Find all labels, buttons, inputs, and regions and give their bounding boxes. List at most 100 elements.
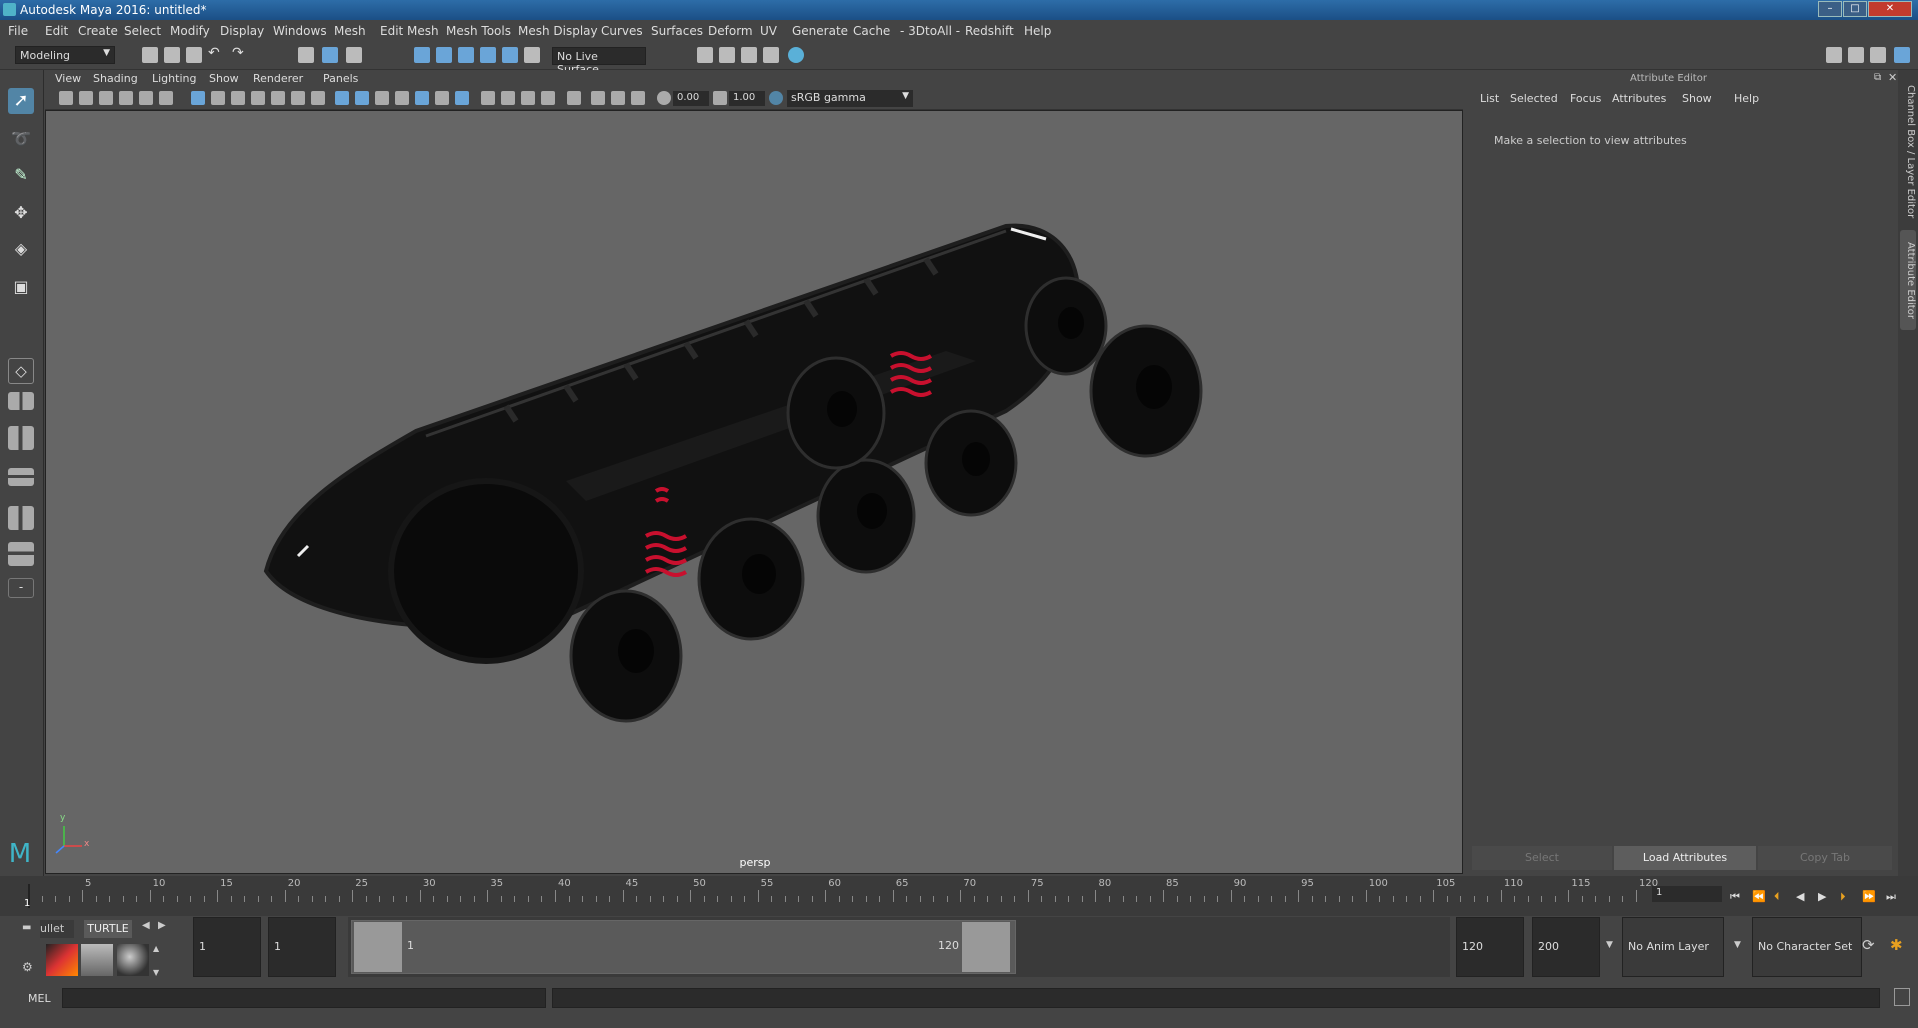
turtle-bake-shelf-icon[interactable] — [81, 944, 113, 976]
menu-mesh-display[interactable]: Mesh Display — [518, 24, 598, 38]
grease-pencil-icon[interactable] — [159, 91, 173, 105]
render-view-icon[interactable] — [697, 47, 713, 63]
chevron-down-icon[interactable]: ▼ — [1606, 940, 1613, 950]
isolate-select-icon[interactable] — [567, 91, 581, 105]
shadows-icon[interactable] — [455, 91, 469, 105]
xray-components-icon[interactable] — [631, 91, 645, 105]
lasso-tool-icon[interactable]: ➰ — [8, 126, 34, 152]
play-backward-icon[interactable]: ◀ — [1796, 890, 1810, 904]
menu-modify[interactable]: Modify — [170, 24, 210, 38]
current-frame-field[interactable]: 1 — [1652, 886, 1722, 902]
step-forward-frame-icon[interactable]: ⏵ — [1840, 890, 1854, 904]
wireframe-on-shaded-icon[interactable] — [395, 91, 409, 105]
menu-curves[interactable]: Curves — [601, 24, 643, 38]
character-set-dropdown[interactable]: No Character Set — [1752, 917, 1862, 977]
film-gate-icon[interactable] — [211, 91, 225, 105]
new-scene-icon[interactable] — [142, 47, 158, 63]
persp-uv-editor-icon[interactable] — [8, 542, 34, 566]
scale-tool-icon[interactable]: ▣ — [8, 274, 34, 300]
xray-icon[interactable] — [591, 91, 605, 105]
minimize-button[interactable]: – — [1818, 1, 1842, 17]
menu-create[interactable]: Create — [78, 24, 118, 38]
menu-edit-mesh[interactable]: Edit Mesh — [380, 24, 439, 38]
go-to-start-icon[interactable]: ⏮ — [1730, 890, 1744, 904]
hypershade-icon[interactable] — [788, 47, 804, 63]
attr-menu-help[interactable]: Help — [1734, 92, 1759, 105]
end-time-field[interactable]: 200 — [1532, 917, 1600, 977]
shelf-scroll-down-icon[interactable]: ▼ — [153, 968, 159, 977]
bookmark-icon[interactable] — [99, 91, 113, 105]
persp-graph-icon[interactable] — [8, 468, 34, 486]
range-handle-start[interactable] — [354, 922, 402, 972]
anti-aliasing-icon[interactable] — [521, 91, 535, 105]
menu-mesh-tools[interactable]: Mesh Tools — [446, 24, 511, 38]
fluid-effect-shelf-icon[interactable] — [46, 944, 78, 976]
snap-curve-icon[interactable] — [436, 47, 452, 63]
safe-action-icon[interactable] — [291, 91, 305, 105]
shelf-settings-icon[interactable]: ⚙ — [22, 960, 33, 974]
smooth-shade-icon[interactable] — [355, 91, 369, 105]
play-forward-icon[interactable]: ▶ — [1818, 890, 1832, 904]
turtle-sphere-shelf-icon[interactable] — [117, 944, 149, 976]
select-button[interactable]: Select — [1472, 846, 1612, 870]
menu-3dtoall[interactable]: - 3DtoAll - — [900, 24, 960, 38]
use-all-lights-icon[interactable] — [435, 91, 449, 105]
paint-select-icon[interactable]: ✎ — [8, 162, 34, 188]
range-handle-end[interactable] — [962, 922, 1010, 972]
grid-icon[interactable] — [191, 91, 205, 105]
script-editor-icon[interactable] — [1894, 988, 1910, 1006]
menu-uv[interactable]: UV — [760, 24, 777, 38]
toggle-modeling-toolkit-icon[interactable] — [1826, 47, 1842, 63]
move-tool-icon[interactable]: ✥ — [8, 200, 34, 226]
shelf-menu-icon[interactable]: ▬ — [22, 922, 31, 933]
menu-help[interactable]: Help — [1024, 24, 1051, 38]
start-time-field[interactable]: 1 — [193, 917, 261, 977]
float-panel-icon[interactable]: ⧉ — [1874, 72, 1881, 83]
ipr-render-icon[interactable] — [741, 47, 757, 63]
viewport-menu-renderer[interactable]: Renderer — [253, 72, 303, 85]
select-tool-icon[interactable]: ➚ — [8, 88, 34, 114]
attr-menu-selected[interactable]: Selected — [1510, 92, 1558, 105]
command-input[interactable] — [62, 988, 546, 1008]
attr-menu-focus[interactable]: Focus — [1570, 92, 1601, 105]
four-view-icon[interactable] — [8, 392, 34, 410]
toggle-attribute-editor-icon[interactable] — [1848, 47, 1864, 63]
viewport-menu-lighting[interactable]: Lighting — [152, 72, 196, 85]
channel-box-tab[interactable]: Channel Box / Layer Editor — [1900, 82, 1916, 222]
color-space-dropdown[interactable]: sRGB gamma ▼ — [787, 90, 913, 107]
attr-menu-list[interactable]: List — [1480, 92, 1499, 105]
shelf-tab-bullet[interactable]: ullet — [40, 920, 74, 938]
make-live-icon[interactable] — [524, 47, 540, 63]
depth-of-field-icon[interactable] — [541, 91, 555, 105]
step-forward-key-icon[interactable]: ⏩ — [1862, 890, 1876, 904]
gate-mask-icon[interactable] — [251, 91, 265, 105]
menu-cache[interactable]: Cache — [853, 24, 890, 38]
chevron-down-icon[interactable]: ▼ — [1734, 940, 1741, 950]
rotate-tool-icon[interactable]: ◈ — [8, 236, 34, 262]
menu-redshift[interactable]: Redshift — [965, 24, 1014, 38]
camera-attributes-icon[interactable] — [79, 91, 93, 105]
field-chart-icon[interactable] — [271, 91, 285, 105]
viewport-menu-view[interactable]: View — [55, 72, 81, 85]
color-management-icon[interactable] — [769, 91, 783, 105]
viewport-menu-panels[interactable]: Panels — [323, 72, 358, 85]
viewport-menu-show[interactable]: Show — [209, 72, 239, 85]
close-button[interactable]: ✕ — [1868, 1, 1912, 17]
menu-display[interactable]: Display — [220, 24, 264, 38]
range-slider[interactable]: 1 120 — [348, 917, 1450, 977]
select-by-object-icon[interactable] — [322, 47, 338, 63]
attr-menu-show[interactable]: Show — [1682, 92, 1712, 105]
shelf-scroll-up-icon[interactable]: ▲ — [153, 944, 159, 953]
menu-windows[interactable]: Windows — [273, 24, 327, 38]
select-by-component-icon[interactable] — [346, 47, 362, 63]
menu-mesh[interactable]: Mesh — [334, 24, 366, 38]
range-slider-bar[interactable] — [351, 920, 1016, 974]
attr-menu-attributes[interactable]: Attributes — [1612, 92, 1666, 105]
persp-outliner-icon[interactable] — [8, 426, 34, 450]
copy-tab-button[interactable]: Copy Tab — [1758, 846, 1892, 870]
maximize-button[interactable]: □ — [1843, 1, 1867, 17]
toggle-tool-settings-icon[interactable] — [1870, 47, 1886, 63]
default-material-icon[interactable] — [375, 91, 389, 105]
time-slider[interactable]: 5 10 15 20 25 30 35 40 45 50 55 60 65 70 75 80 85 90 95 100… — [0, 876, 1918, 916]
image-plane-icon[interactable] — [119, 91, 133, 105]
